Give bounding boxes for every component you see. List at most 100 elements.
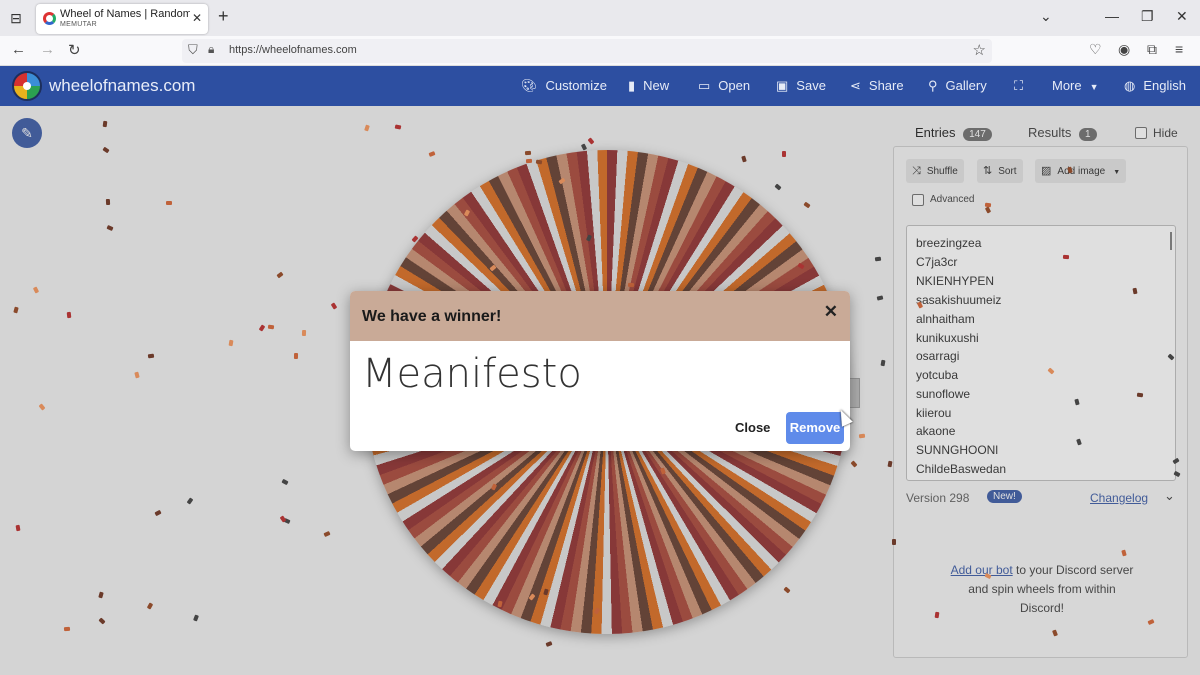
extensions-icon[interactable]: ⧉ (1147, 41, 1157, 58)
hide-label[interactable]: Hide (1153, 126, 1178, 140)
new-button[interactable]: ▮ New (628, 78, 669, 94)
list-item: alnhaitham (916, 312, 975, 326)
tab-title: Wheel of Names | Random nam (60, 8, 190, 20)
confetti-piece (364, 124, 370, 132)
browser-tab[interactable]: Wheel of Names | Random nam MEMUTAR ✕ (36, 4, 208, 34)
list-item: sunoflowe (916, 387, 971, 401)
confetti-piece (193, 614, 199, 622)
list-item: osarragi (916, 349, 960, 363)
window-close-icon[interactable]: ✕ (1176, 8, 1188, 25)
confetti-piece (394, 124, 402, 130)
add-image-button[interactable]: ▨ Add image ▼ (1035, 159, 1127, 183)
confetti-piece (1136, 392, 1144, 398)
shuffle-label: Shuffle (926, 166, 958, 177)
confetti-piece (15, 524, 21, 532)
chevron-down-icon[interactable]: ⌄ (1164, 488, 1175, 504)
confetti-piece (154, 509, 162, 517)
folder-icon: ▭ (698, 78, 711, 93)
confetti-piece (146, 602, 154, 610)
confetti-piece (134, 371, 140, 379)
add-bot-link[interactable]: Add our bot (951, 563, 1013, 577)
entries-tab-label: Entries (915, 125, 956, 140)
tab-close-icon[interactable]: ✕ (192, 11, 202, 25)
confetti-piece (892, 539, 896, 545)
browser-navbar: ← → ↻ ⛉ 🔒︎ https://wheelofnames.com ☆ ♡ … (0, 36, 1200, 66)
reload-icon[interactable]: ↻ (68, 41, 81, 59)
share-icon: ⋖ (850, 78, 861, 93)
results-count-badge: 1 (1078, 128, 1097, 141)
confetti-piece (258, 324, 266, 332)
back-icon[interactable]: ← (11, 41, 26, 58)
forward-icon[interactable]: → (40, 41, 55, 58)
customize-button[interactable]: 🎨︎ Customize (521, 78, 607, 94)
list-item: SUNNGHOONl (916, 443, 999, 457)
entries-count-badge: 147 (963, 128, 992, 141)
list-item: kiierou (916, 406, 952, 420)
app-menu-icon[interactable]: ≡ (1175, 41, 1183, 57)
url-text[interactable]: https://wheelofnames.com (229, 44, 357, 56)
save-button[interactable]: ▣ Save (776, 78, 826, 94)
pencil-icon: ✎ (21, 125, 33, 141)
advanced-checkbox[interactable] (912, 194, 924, 206)
close-icon[interactable]: ✕ (824, 302, 838, 322)
share-button[interactable]: ⋖ Share (850, 78, 904, 94)
pocket-icon[interactable]: ♡ (1089, 41, 1102, 58)
confetti-piece (293, 352, 299, 360)
restore-icon[interactable]: ❐ (1141, 8, 1154, 25)
add-image-label: Add image (1057, 166, 1106, 177)
gallery-button[interactable]: ⚲ Gallery (928, 78, 987, 94)
gallery-label: Gallery (945, 78, 987, 93)
confetti-piece (525, 158, 533, 164)
version-label: Version 298 (906, 491, 970, 505)
confetti-piece (524, 150, 532, 156)
winner-name: Meanifesto (362, 351, 582, 397)
sort-button[interactable]: ⇅ Sort (977, 159, 1023, 183)
remove-button[interactable]: Remove (786, 412, 844, 444)
lock-icon[interactable]: 🔒︎ (208, 42, 214, 57)
bookmark-star-icon[interactable]: ☆ (973, 41, 986, 59)
shuffle-button[interactable]: ⤨ Shuffle (906, 159, 964, 183)
language-button[interactable]: ◍ English (1124, 78, 1186, 94)
confetti-piece (858, 433, 866, 439)
list-item: ChildeBaswedan (916, 462, 1007, 476)
changelog-link[interactable]: Changelog (1090, 491, 1148, 505)
search-icon: ⚲ (928, 78, 938, 93)
tab-list-icon[interactable]: ⊟ (6, 8, 26, 28)
account-icon[interactable]: ◉ (1118, 41, 1130, 58)
confetti-piece (13, 306, 19, 314)
confetti-piece (281, 478, 289, 486)
list-item: C7ja3cr (916, 255, 958, 269)
confetti-piece (782, 151, 786, 157)
confetti-piece (1132, 287, 1138, 295)
shield-icon[interactable]: ⛉ (188, 42, 198, 58)
advanced-label[interactable]: Advanced (930, 194, 974, 205)
close-button[interactable]: Close (735, 420, 770, 435)
brand-name[interactable]: wheelofnames.com (49, 76, 195, 96)
new-tab-icon[interactable]: + (218, 6, 229, 27)
discord-text-2: and spin wheels from within (968, 582, 1116, 596)
edit-pencil-button[interactable]: ✎ (12, 118, 42, 148)
tab-results[interactable]: Results 1 (1028, 125, 1097, 141)
confetti-piece (934, 611, 940, 619)
url-bar[interactable]: ⛉ 🔒︎ https://wheelofnames.com ☆ (182, 39, 992, 63)
hide-checkbox[interactable] (1135, 127, 1147, 139)
confetti-piece (38, 403, 46, 411)
list-item: NKIENHYPEN (916, 274, 995, 288)
confetti-piece (186, 497, 194, 505)
browser-tabstrip: ⊟ Wheel of Names | Random nam MEMUTAR ✕ … (0, 0, 1200, 36)
share-label: Share (868, 78, 904, 93)
confetti-piece (880, 359, 886, 367)
confetti-piece (887, 460, 893, 468)
confetti-piece (66, 311, 72, 319)
wheel-logo-icon[interactable] (12, 71, 42, 101)
chevron-down-icon: ▼ (1089, 82, 1099, 92)
minimize-icon[interactable]: — (1105, 8, 1119, 24)
confetti-piece (850, 460, 858, 468)
more-button[interactable]: More ▼ (1052, 78, 1099, 93)
open-button[interactable]: ▭ Open (698, 78, 750, 94)
fullscreen-button[interactable]: ⛶ (1014, 78, 1031, 94)
more-label: More (1052, 78, 1082, 93)
entries-textarea[interactable]: breezingzea C7ja3cr NKIENHYPEN sasakishu… (906, 225, 1176, 481)
entries-scrollbar[interactable] (1170, 232, 1172, 250)
tab-overflow-chevron-icon[interactable]: ⌄ (1040, 8, 1052, 25)
